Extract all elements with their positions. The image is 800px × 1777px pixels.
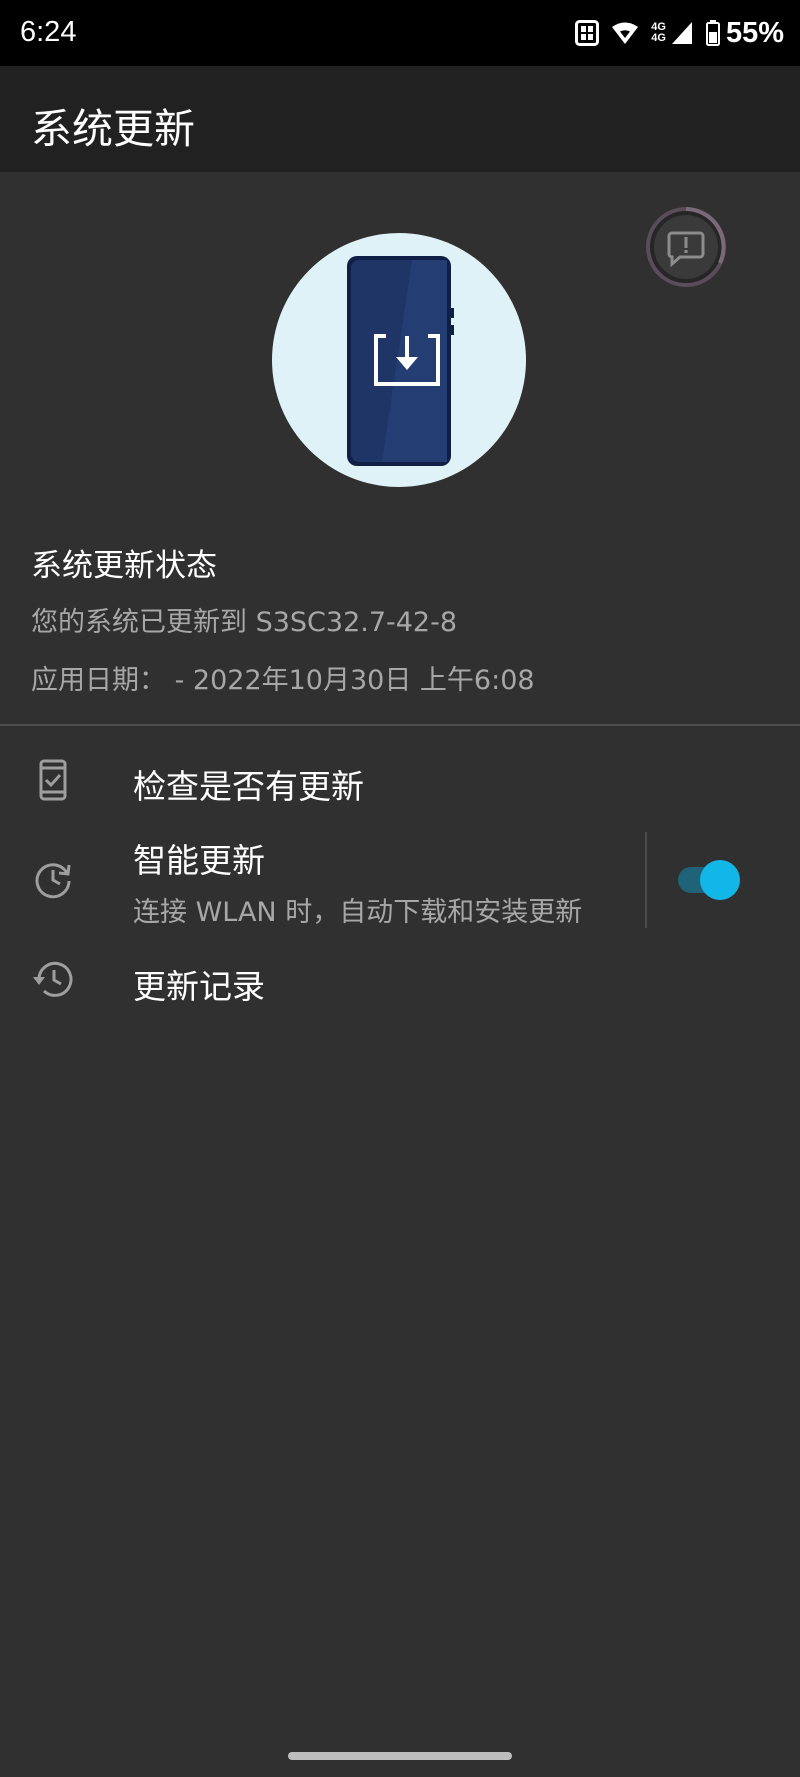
cellular-signal-icon bbox=[670, 20, 694, 46]
status-bar: 6:24 4G 4G 55% bbox=[0, 0, 800, 66]
page-title: 系统更新 bbox=[31, 105, 195, 153]
smart-update-label: 智能更新 bbox=[133, 841, 265, 880]
feedback-button[interactable] bbox=[644, 205, 728, 289]
check-updates-label: 检查是否有更新 bbox=[133, 767, 364, 806]
nfc-icon bbox=[575, 20, 600, 46]
section-divider bbox=[0, 724, 800, 726]
check-updates-row[interactable] bbox=[0, 740, 800, 820]
clock-refresh-icon bbox=[31, 857, 75, 901]
history-icon bbox=[31, 957, 75, 1001]
smart-update-toggle[interactable] bbox=[676, 858, 740, 902]
installed-version-text: 您的系统已更新到 S3SC32.7-42-8 bbox=[31, 607, 458, 638]
phone-check-icon bbox=[31, 758, 75, 802]
smart-update-description: 连接 WLAN 时，自动下载和安装更新 bbox=[133, 897, 583, 928]
phone-download-icon bbox=[272, 233, 526, 487]
applied-date-text: 应用日期： - 2022年10月30日 上午6:08 bbox=[31, 665, 535, 696]
network-type-label: 4G 4G bbox=[651, 22, 666, 44]
update-history-label: 更新记录 bbox=[133, 967, 265, 1006]
update-history-row[interactable] bbox=[0, 940, 800, 1020]
battery-percentage: 55% bbox=[725, 16, 784, 49]
update-status-title: 系统更新状态 bbox=[31, 548, 217, 584]
status-time: 6:24 bbox=[20, 16, 77, 48]
feedback-icon bbox=[646, 207, 726, 287]
gesture-nav-handle[interactable] bbox=[288, 1752, 512, 1760]
toggle-thumb bbox=[700, 860, 740, 900]
toggle-divider bbox=[645, 832, 647, 928]
update-illustration bbox=[272, 233, 526, 487]
battery-icon bbox=[705, 20, 720, 46]
wifi-icon bbox=[611, 21, 639, 45]
app-bar: 系统更新 bbox=[0, 66, 800, 172]
network-label-bottom: 4G bbox=[651, 32, 666, 44]
status-icons: 4G 4G 55% bbox=[575, 16, 784, 49]
